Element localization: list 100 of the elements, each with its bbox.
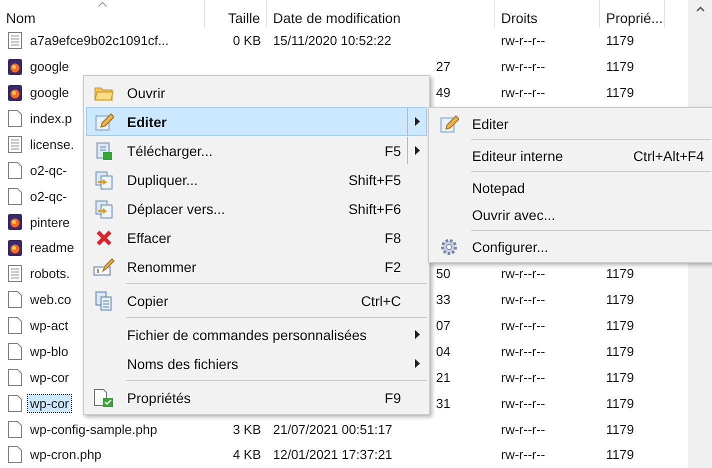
- modified-date: 07: [436, 318, 450, 334]
- menu-item[interactable]: Propriétés F9: [86, 383, 427, 412]
- menu-item[interactable]: Noms des fichiers: [86, 349, 427, 378]
- owner: 1179: [606, 344, 634, 359]
- permissions: rw-r--r--: [501, 85, 546, 100]
- file-icon: [8, 188, 22, 205]
- web-file-icon: [8, 214, 22, 230]
- file-name[interactable]: google: [27, 57, 72, 76]
- document-icon: [94, 140, 114, 160]
- owner: 1179: [606, 447, 634, 462]
- permissions: rw-r--r--: [501, 447, 546, 462]
- copy-icon: [94, 198, 114, 218]
- column-header[interactable]: Taille: [228, 10, 260, 26]
- menu-item[interactable]: Déplacer vers... Shift+F6: [86, 194, 427, 223]
- file-name[interactable]: wp-cor: [27, 394, 72, 413]
- folder-icon: [94, 84, 114, 100]
- menu-item[interactable]: Dupliquer... Shift+F5: [86, 165, 427, 194]
- owner: 1179: [606, 292, 634, 308]
- menu-item[interactable]: Effacer F8: [86, 223, 427, 252]
- column-header[interactable]: Nom: [6, 10, 36, 26]
- owner: 1179: [606, 33, 634, 48]
- permissions: rw-r--r--: [501, 59, 546, 74]
- menu-item[interactable]: Fichier de commandes personnalisées: [86, 320, 427, 349]
- file-name[interactable]: readme: [27, 238, 78, 258]
- file-size: 3 KB: [232, 422, 261, 437]
- submenu-arrow-icon: [414, 117, 420, 126]
- permissions: rw-r--r--: [501, 318, 546, 334]
- pencil-icon: [94, 112, 114, 132]
- file-name[interactable]: a7a9efce9b02c1091cf...: [27, 31, 172, 50]
- modified-date: 21/07/2021 00:51:17: [273, 422, 392, 437]
- menu-item[interactable]: Notepad: [431, 174, 711, 201]
- permissions: rw-r--r--: [501, 266, 546, 282]
- text-file-icon: [8, 136, 22, 153]
- file-name[interactable]: wp-config-sample.php: [27, 420, 160, 439]
- modified-date: 15/11/2020 10:52:22: [273, 33, 392, 48]
- file-size: 0 KB: [232, 33, 261, 48]
- text-file-icon: [8, 32, 22, 50]
- owner: 1179: [606, 85, 634, 100]
- file-icon: [8, 394, 22, 412]
- file-name[interactable]: o2-qc-: [27, 186, 70, 206]
- owner: 1179: [606, 370, 634, 385]
- file-name[interactable]: pintere: [27, 212, 73, 232]
- file-icon: [8, 420, 22, 438]
- file-name[interactable]: robots.: [27, 264, 73, 284]
- column-header[interactable]: Proprié...: [606, 10, 663, 26]
- file-name[interactable]: wp-cron.php: [27, 445, 105, 464]
- sort-caret-icon: [98, 2, 107, 7]
- file-name[interactable]: index.p: [27, 109, 75, 128]
- menu-item[interactable]: Télécharger... F5: [86, 136, 427, 165]
- permissions: rw-r--r--: [501, 396, 546, 411]
- copy-icon: [95, 290, 113, 310]
- menu-item[interactable]: Editeur interne Ctrl+Alt+F4: [431, 142, 711, 169]
- settings-icon: [439, 236, 459, 256]
- owner: 1179: [606, 396, 634, 411]
- modified-date: 33: [436, 292, 450, 308]
- scroll-up-icon[interactable]: [696, 6, 704, 12]
- column-header[interactable]: Date de modification: [273, 10, 401, 26]
- file-icon: [8, 162, 22, 179]
- pencil-icon: [439, 114, 459, 134]
- owner: 1179: [606, 422, 634, 437]
- file-name[interactable]: wp-act: [27, 316, 72, 336]
- web-file-icon: [8, 240, 22, 256]
- delete-icon: [95, 228, 113, 246]
- modified-date: 27: [436, 59, 450, 74]
- menu-item[interactable]: Configurer...: [431, 233, 711, 260]
- owner: 1179: [606, 266, 634, 282]
- submenu-arrow-icon: [414, 330, 420, 339]
- permissions: rw-r--r--: [501, 33, 546, 48]
- menu-item[interactable]: Copier Ctrl+C: [86, 286, 427, 315]
- permissions: rw-r--r--: [501, 344, 546, 359]
- modified-date: 50: [436, 266, 450, 282]
- owner: 1179: [606, 59, 634, 74]
- file-name[interactable]: license.: [27, 134, 78, 154]
- copy-icon: [94, 170, 114, 190]
- menu-item[interactable]: Ouvrir avec...: [431, 201, 711, 228]
- menu-item[interactable]: Editer: [86, 107, 427, 136]
- submenu-arrow-icon: [414, 146, 420, 155]
- file-name[interactable]: google: [27, 83, 72, 102]
- menu-item[interactable]: Editer: [431, 110, 711, 137]
- file-name[interactable]: wp-blo: [27, 342, 72, 361]
- file-name[interactable]: wp-cor: [27, 368, 72, 387]
- permissions: rw-r--r--: [501, 292, 546, 308]
- permissions: rw-r--r--: [501, 422, 546, 437]
- owner: 1179: [606, 318, 634, 334]
- properties-icon: [93, 388, 115, 408]
- file-name[interactable]: web.co: [27, 290, 74, 310]
- file-icon: [8, 291, 22, 308]
- menu-item[interactable]: Renommer F2: [86, 252, 427, 281]
- modified-date: 04: [436, 344, 450, 359]
- file-icon: [8, 342, 22, 360]
- modified-date: 21: [436, 370, 450, 385]
- file-name[interactable]: o2-qc-: [27, 160, 70, 180]
- permissions: rw-r--r--: [501, 370, 546, 385]
- text-file-icon: [8, 265, 22, 282]
- modified-date: 49: [436, 85, 450, 100]
- column-header[interactable]: Droits: [501, 10, 538, 26]
- menu-item[interactable]: Ouvrir: [86, 78, 427, 107]
- submenu-arrow-icon: [414, 359, 420, 368]
- file-icon: [8, 446, 22, 464]
- rename-icon: [93, 256, 115, 276]
